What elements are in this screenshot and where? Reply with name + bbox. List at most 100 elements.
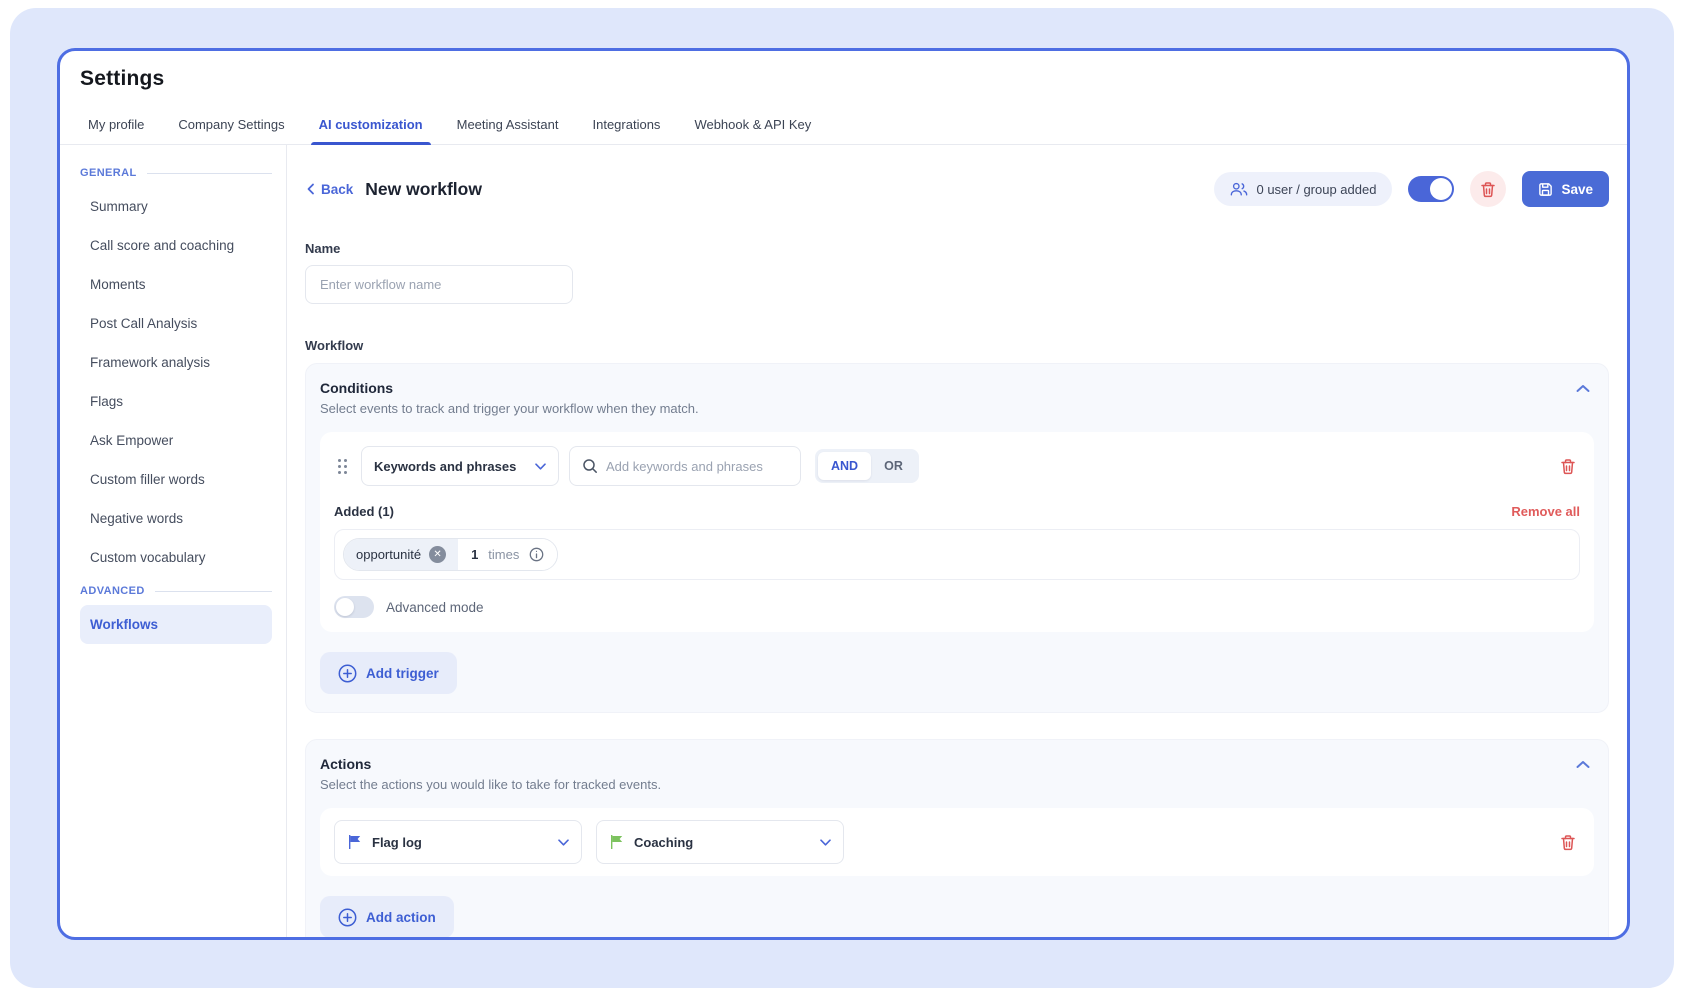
sidebar-item-negative-words[interactable]: Negative words <box>80 499 272 538</box>
settings-sidebar: GENERAL Summary Call score and coaching … <box>60 145 286 940</box>
flag-icon <box>609 834 624 850</box>
remove-all-link[interactable]: Remove all <box>1511 504 1580 519</box>
tab-meeting-assistant[interactable]: Meeting Assistant <box>455 111 561 144</box>
conditions-head: Conditions Select events to track and tr… <box>320 380 1594 416</box>
action-target-select[interactable]: Coaching <box>596 820 844 864</box>
tab-ai-customization[interactable]: AI customization <box>317 111 425 144</box>
keyword-chip-label-area: opportunité ✕ <box>344 539 458 570</box>
actions-head: Actions Select the actions you would lik… <box>320 756 1594 792</box>
chevron-up-icon <box>1576 760 1590 769</box>
page-background: Settings My profile Company Settings AI … <box>10 8 1674 988</box>
search-icon <box>582 458 598 474</box>
added-row: Added (1) Remove all <box>334 504 1580 519</box>
plus-circle-icon <box>338 664 357 683</box>
sidebar-item-call-score-and-coaching[interactable]: Call score and coaching <box>80 226 272 265</box>
save-icon <box>1538 182 1553 197</box>
tab-my-profile[interactable]: My profile <box>86 111 146 144</box>
name-label: Name <box>305 241 1609 256</box>
sidebar-group-general: GENERAL <box>80 167 272 179</box>
action-target-value: Coaching <box>634 835 693 850</box>
sidebar-item-workflows[interactable]: Workflows <box>80 605 272 644</box>
keyword-chip-times-area: 1 times <box>458 539 557 570</box>
workflow-name-input[interactable] <box>305 265 573 304</box>
trash-icon <box>1560 458 1576 475</box>
actions-title: Actions <box>320 756 661 772</box>
add-action-button[interactable]: Add action <box>320 896 454 938</box>
delete-workflow-button[interactable] <box>1470 171 1506 207</box>
keyword-text: opportunité <box>356 547 421 562</box>
sidebar-item-summary[interactable]: Summary <box>80 187 272 226</box>
tab-webhook-api-key[interactable]: Webhook & API Key <box>692 111 813 144</box>
toggle-knob <box>336 598 354 616</box>
user-group-badge[interactable]: 0 user / group added <box>1214 172 1392 206</box>
action-type-value: Flag log <box>372 835 422 850</box>
sidebar-item-custom-vocabulary[interactable]: Custom vocabulary <box>80 538 272 577</box>
or-option[interactable]: OR <box>871 452 916 480</box>
remove-keyword-icon[interactable]: ✕ <box>429 546 446 563</box>
trash-icon <box>1560 834 1576 851</box>
user-group-badge-label: 0 user / group added <box>1256 182 1376 197</box>
keywords-container: opportunité ✕ 1 times <box>334 529 1580 580</box>
save-button[interactable]: Save <box>1522 171 1609 207</box>
add-action-label: Add action <box>366 910 436 925</box>
page-title: Settings <box>60 51 1627 91</box>
sidebar-item-post-call-analysis[interactable]: Post Call Analysis <box>80 304 272 343</box>
times-count-value[interactable]: 1 <box>471 547 478 562</box>
trigger-row: Keywords and phrases <box>334 446 1580 486</box>
plus-circle-icon <box>338 908 357 927</box>
times-label: times <box>488 547 519 562</box>
action-type-select[interactable]: Flag log <box>334 820 582 864</box>
sidebar-group-advanced-label: ADVANCED <box>80 585 145 597</box>
info-icon[interactable] <box>529 547 544 562</box>
action-row: Flag log Coaching <box>320 808 1594 876</box>
divider <box>155 591 272 592</box>
conditions-section: Conditions Select events to track and tr… <box>305 363 1609 713</box>
conditions-head-text: Conditions Select events to track and tr… <box>320 380 699 416</box>
add-trigger-label: Add trigger <box>366 666 439 681</box>
trash-icon <box>1480 181 1496 198</box>
flag-icon <box>347 834 362 850</box>
workflow-header: Back New workflow 0 user / group added <box>305 171 1609 207</box>
actions-collapse-button[interactable] <box>1572 756 1594 773</box>
settings-window: Settings My profile Company Settings AI … <box>57 48 1630 940</box>
workflow-editor: Back New workflow 0 user / group added <box>287 145 1627 940</box>
chevron-left-icon <box>305 183 317 195</box>
tab-company-settings[interactable]: Company Settings <box>176 111 286 144</box>
trigger-type-select[interactable]: Keywords and phrases <box>361 446 559 486</box>
added-count-label: Added (1) <box>334 504 394 519</box>
remove-action-button[interactable] <box>1556 830 1580 855</box>
advanced-mode-label: Advanced mode <box>386 600 484 615</box>
add-trigger-button[interactable]: Add trigger <box>320 652 457 694</box>
actions-head-text: Actions Select the actions you would lik… <box>320 756 661 792</box>
tab-integrations[interactable]: Integrations <box>591 111 663 144</box>
keyword-chip: opportunité ✕ 1 times <box>343 538 558 571</box>
settings-tabbar: My profile Company Settings AI customiza… <box>60 111 1627 145</box>
workflow-label: Workflow <box>305 338 1609 353</box>
chevron-down-icon <box>535 463 546 470</box>
chevron-down-icon <box>558 839 569 846</box>
advanced-mode-toggle[interactable] <box>334 596 374 618</box>
sidebar-item-custom-filler-words[interactable]: Custom filler words <box>80 460 272 499</box>
back-label: Back <box>321 182 353 197</box>
actions-subtitle: Select the actions you would like to tak… <box>320 777 661 792</box>
keyword-search-box <box>569 446 801 486</box>
users-icon <box>1230 181 1248 197</box>
divider <box>147 173 272 174</box>
keyword-search-input[interactable] <box>606 459 788 474</box>
sidebar-item-flags[interactable]: Flags <box>80 382 272 421</box>
trigger-card: Keywords and phrases <box>320 432 1594 632</box>
sidebar-item-ask-empower[interactable]: Ask Empower <box>80 421 272 460</box>
sidebar-group-general-label: GENERAL <box>80 167 137 179</box>
back-button[interactable]: Back <box>305 182 353 197</box>
drag-handle-icon[interactable] <box>334 453 351 480</box>
sidebar-item-framework-analysis[interactable]: Framework analysis <box>80 343 272 382</box>
and-or-segmented-control: AND OR <box>815 449 919 483</box>
and-option[interactable]: AND <box>818 452 871 480</box>
sidebar-item-moments[interactable]: Moments <box>80 265 272 304</box>
save-label: Save <box>1561 182 1593 197</box>
remove-trigger-button[interactable] <box>1556 454 1580 479</box>
conditions-collapse-button[interactable] <box>1572 380 1594 397</box>
actions-section: Actions Select the actions you would lik… <box>305 739 1609 940</box>
sidebar-group-advanced: ADVANCED <box>80 585 272 597</box>
workflow-enabled-toggle[interactable] <box>1408 176 1454 202</box>
